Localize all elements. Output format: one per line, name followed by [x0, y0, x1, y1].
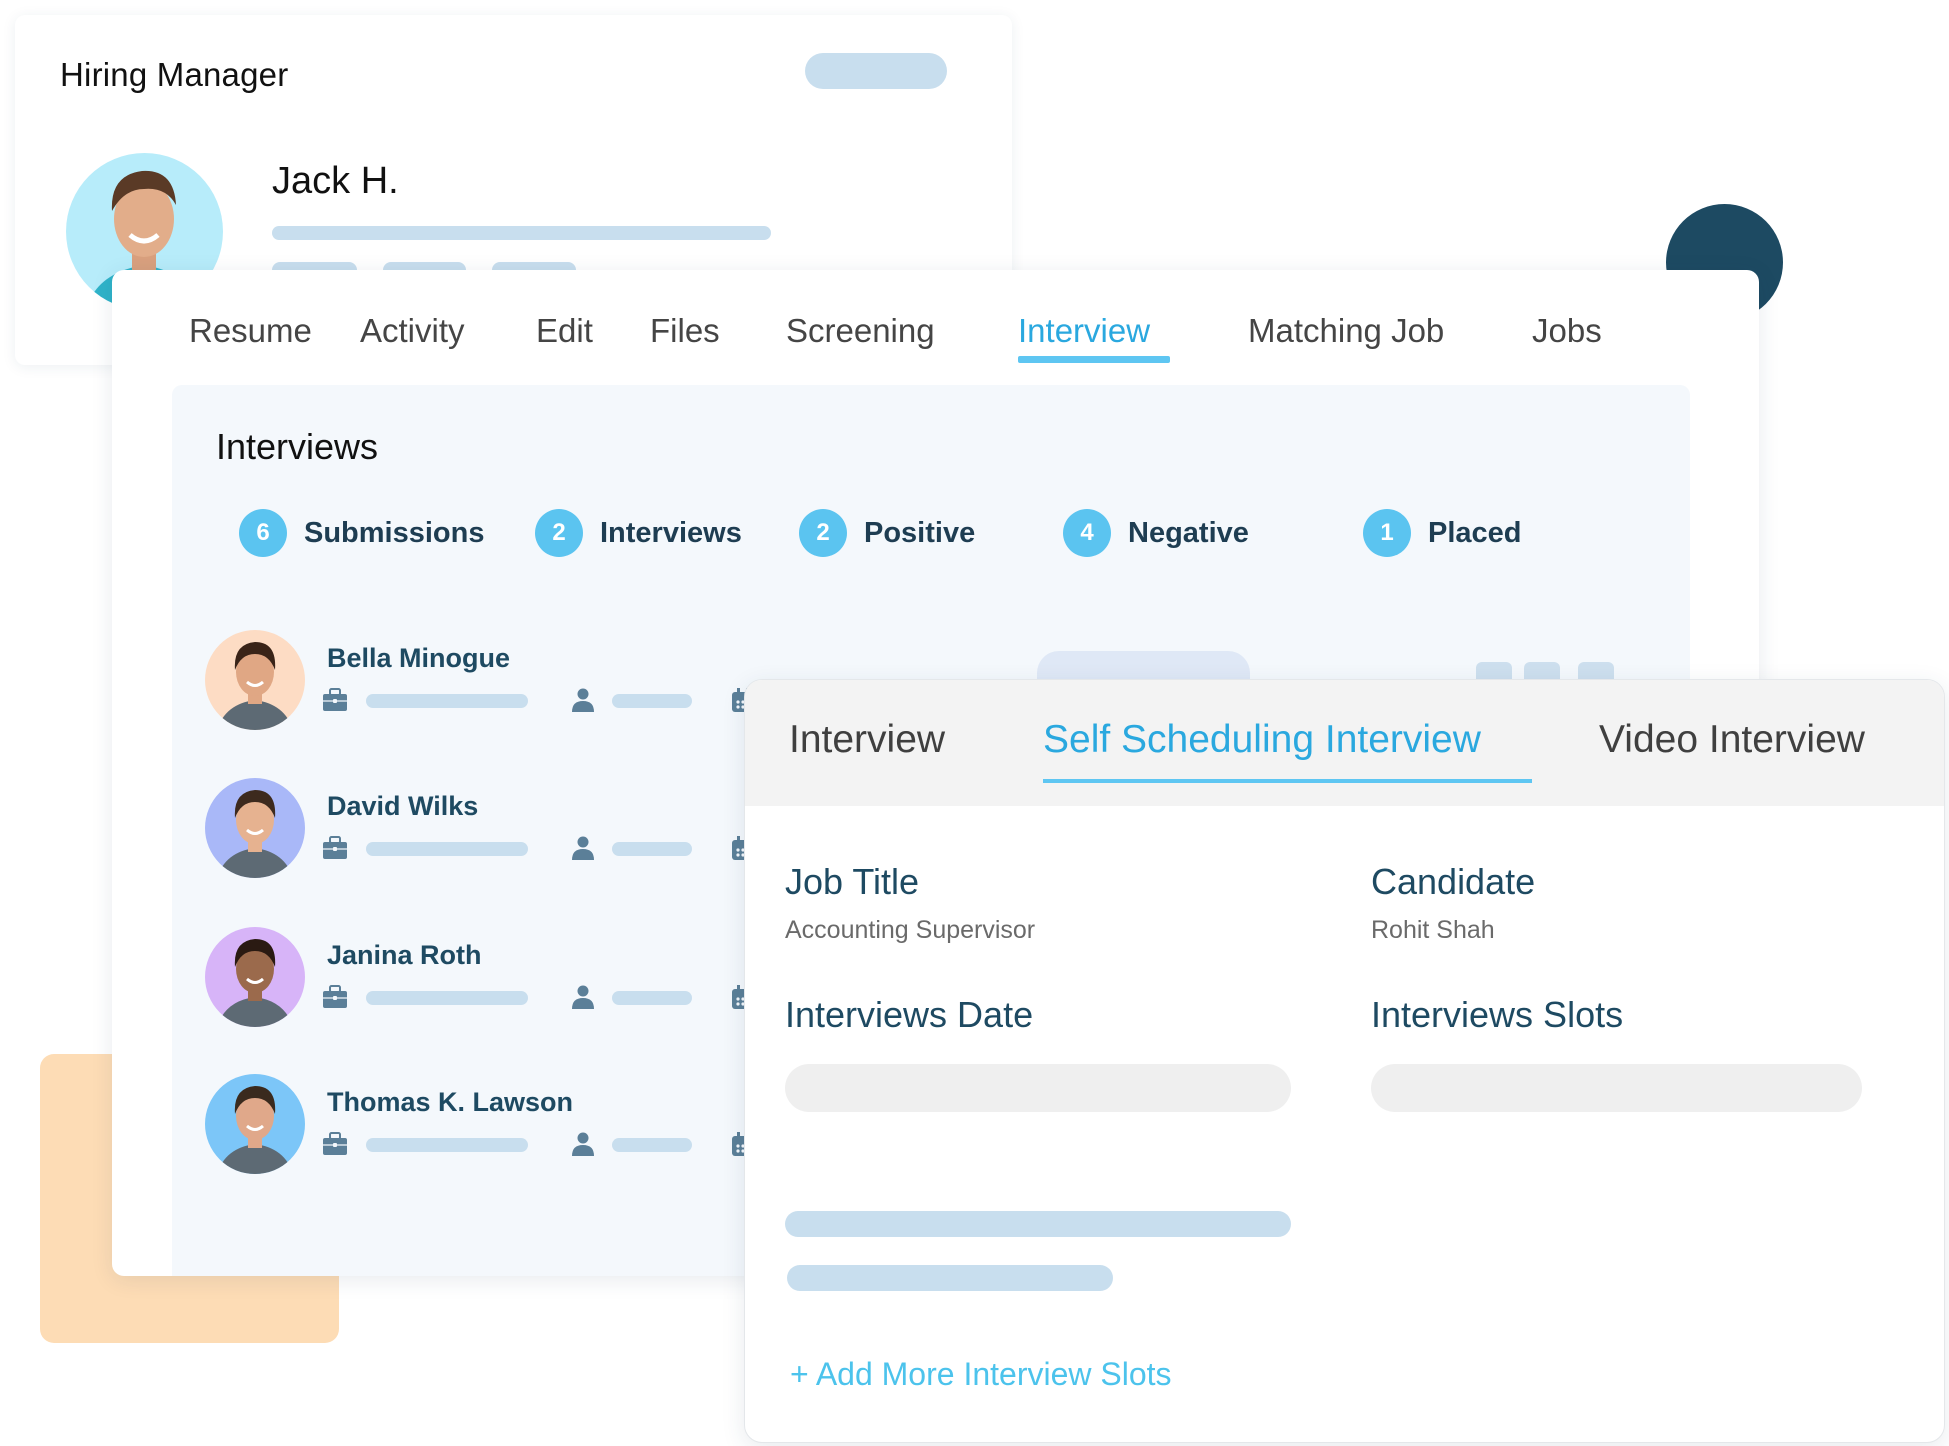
candidate-avatar	[205, 927, 305, 1027]
job-title-value: Accounting Supervisor	[785, 916, 1036, 944]
candidate-name[interactable]: Janina Roth	[327, 940, 482, 971]
hiring-manager-action-pill[interactable]	[805, 53, 947, 89]
count-badge: 6	[239, 509, 287, 557]
scheduling-panel: Interview Self Scheduling Interview Vide…	[744, 679, 1945, 1443]
stat-negative[interactable]: 4 Negative	[1063, 509, 1249, 557]
stat-interviews[interactable]: 2 Interviews	[535, 509, 742, 557]
briefcase-icon	[322, 1132, 348, 1156]
placeholder-bar	[366, 694, 528, 708]
count-badge: 4	[1063, 509, 1111, 557]
placeholder-bar	[366, 842, 528, 856]
placeholder-bar	[785, 1211, 1291, 1237]
active-tab-indicator	[1018, 356, 1170, 363]
placeholder-bar	[787, 1265, 1113, 1291]
placeholder-bar	[612, 842, 692, 856]
tab-interview-type[interactable]: Interview	[789, 718, 945, 762]
interviews-date-label: Interviews Date	[785, 994, 1034, 1035]
tab-self-scheduling-interview[interactable]: Self Scheduling Interview	[1043, 718, 1481, 762]
tab-files[interactable]: Files	[650, 312, 720, 350]
candidate-label: Candidate	[1371, 861, 1536, 902]
person-icon	[570, 836, 596, 860]
stat-positive[interactable]: 2 Positive	[799, 509, 975, 557]
candidate-value: Rohit Shah	[1371, 916, 1495, 944]
hiring-manager-title: Hiring Manager	[60, 56, 289, 93]
person-photo-icon	[217, 939, 293, 1027]
stat-placed[interactable]: 1 Placed	[1363, 509, 1522, 557]
stat-label: Positive	[864, 516, 976, 549]
briefcase-icon	[322, 688, 348, 712]
tab-resume[interactable]: Resume	[189, 312, 312, 350]
briefcase-icon	[322, 985, 348, 1009]
count-badge: 1	[1363, 509, 1411, 557]
candidate-avatar	[205, 1074, 305, 1174]
stat-submissions[interactable]: 6 Submissions	[239, 509, 485, 557]
count-badge: 2	[535, 509, 583, 557]
tab-edit[interactable]: Edit	[536, 312, 593, 350]
tab-activity[interactable]: Activity	[360, 312, 465, 350]
candidate-name[interactable]: Thomas K. Lawson	[327, 1087, 573, 1118]
placeholder-bar	[612, 1138, 692, 1152]
candidate-avatar	[205, 630, 305, 730]
add-more-interview-slots-link[interactable]: + Add More Interview Slots	[790, 1356, 1172, 1393]
stat-label: Negative	[1128, 516, 1249, 549]
candidate-name[interactable]: Bella Minogue	[327, 643, 510, 674]
interviews-date-input[interactable]	[785, 1064, 1291, 1112]
person-photo-icon	[217, 1086, 293, 1174]
candidate-avatar	[205, 778, 305, 878]
person-icon	[570, 688, 596, 712]
placeholder-bar	[366, 1138, 528, 1152]
interviews-slots-input[interactable]	[1371, 1064, 1862, 1112]
tab-screening[interactable]: Screening	[786, 312, 935, 350]
placeholder-bar	[366, 991, 528, 1005]
tab-video-interview[interactable]: Video Interview	[1599, 718, 1865, 762]
hiring-manager-name: Jack H.	[272, 160, 399, 202]
job-title-label: Job Title	[785, 861, 920, 902]
placeholder-bar	[612, 991, 692, 1005]
count-badge: 2	[799, 509, 847, 557]
placeholder-bar	[272, 226, 771, 240]
interviews-slots-label: Interviews Slots	[1371, 994, 1624, 1035]
tab-matching-job[interactable]: Matching Job	[1248, 312, 1444, 350]
active-tab-indicator	[1043, 779, 1532, 783]
stat-label: Placed	[1428, 516, 1522, 549]
tab-interview[interactable]: Interview	[1018, 312, 1150, 350]
person-icon	[570, 985, 596, 1009]
stat-label: Submissions	[304, 516, 485, 549]
placeholder-bar	[612, 694, 692, 708]
briefcase-icon	[322, 836, 348, 860]
interviews-heading: Interviews	[216, 426, 379, 467]
person-photo-icon	[217, 790, 293, 878]
stat-label: Interviews	[600, 516, 742, 549]
person-photo-icon	[217, 642, 293, 730]
person-icon	[570, 1132, 596, 1156]
tab-jobs[interactable]: Jobs	[1532, 312, 1602, 350]
candidate-name[interactable]: David Wilks	[327, 791, 478, 822]
